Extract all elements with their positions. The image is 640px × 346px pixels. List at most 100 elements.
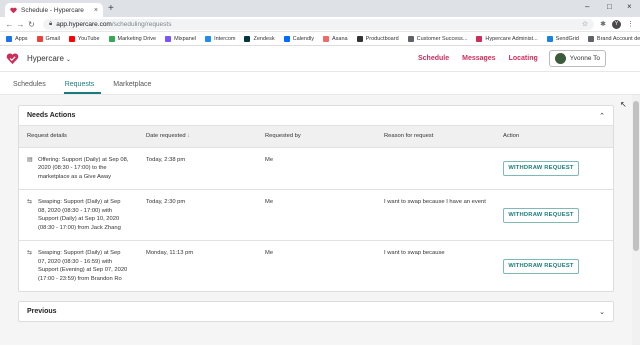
bookmark-icon	[244, 35, 251, 42]
profile-avatar-icon[interactable]: Y	[612, 19, 621, 29]
bookmark-label: Marketing Drive	[117, 35, 157, 42]
table-row: ⇆ Swaping: Support (Daily) at Sep 08, 202…	[19, 189, 613, 241]
bookmark-item[interactable]: Hypercare Administ...	[476, 35, 538, 42]
maximize-icon[interactable]: □	[607, 2, 612, 11]
bookmark-label: Productboard	[365, 35, 399, 42]
forward-icon[interactable]: →	[15, 20, 26, 29]
table-row: ▤ Offering: Support (Daily) at Sep 08, 20…	[19, 146, 613, 190]
browser-menu-icon[interactable]: ⋮	[627, 20, 634, 28]
browser-tab-title: Schedule - Hypercare	[21, 6, 84, 14]
bookmark-icon	[68, 35, 75, 42]
bookmark-item[interactable]: Zendesk	[244, 35, 275, 42]
bookmark-item[interactable]: Apps	[6, 35, 28, 42]
bookmark-item[interactable]: Mixpanel	[165, 35, 197, 42]
scrollbar-thumb[interactable]	[633, 101, 639, 251]
reason-cell	[376, 146, 495, 190]
bookmark-icon	[323, 35, 329, 42]
requested-by-cell: Me	[257, 146, 376, 190]
needs-actions-header[interactable]: Needs Actions ⌃	[19, 106, 613, 126]
bookmark-item[interactable]: Intercom	[205, 35, 236, 42]
back-icon[interactable]: ←	[4, 20, 15, 29]
action-cell: WITHDRAW REQUEST	[495, 189, 613, 241]
requested-by-cell: Me	[257, 240, 376, 291]
bookmark-label: Apps	[15, 35, 28, 42]
nav-locating[interactable]: Locating	[509, 55, 538, 62]
extensions-icon[interactable]: ✱	[600, 20, 606, 28]
hypercare-logo-icon[interactable]	[6, 52, 19, 65]
url-field[interactable]: 🔒︎ app.hypercare.com /scheduling/request…	[43, 18, 595, 30]
date-requested-cell: Monday, 11:13 pm	[138, 240, 257, 291]
needs-actions-title: Needs Actions	[27, 112, 76, 119]
avatar	[554, 53, 566, 64]
browser-tab[interactable]: Schedule - Hypercare ×	[5, 3, 103, 17]
nav-messages[interactable]: Messages	[462, 55, 495, 62]
nav-schedule[interactable]: Schedule	[418, 55, 449, 62]
withdraw-request-button[interactable]: WITHDRAW REQUEST	[503, 207, 579, 223]
user-menu-button[interactable]: Yvonne To	[548, 50, 606, 67]
bookmark-icon	[546, 35, 553, 42]
tab-marketplace[interactable]: Marketplace	[112, 81, 158, 94]
marketplace-icon: ▤	[27, 156, 33, 163]
chevron-down-icon[interactable]: ⌄	[599, 308, 605, 316]
bookmark-icon	[407, 35, 414, 42]
tab-schedules[interactable]: Schedules	[12, 81, 53, 94]
bookmark-item[interactable]: Productboard	[356, 35, 399, 42]
swap-icon: ⇆	[27, 250, 33, 256]
bookmark-item[interactable]: Asana	[323, 35, 348, 42]
sort-down-icon[interactable]: ↓	[187, 133, 190, 139]
close-tab-icon[interactable]: ×	[94, 7, 98, 14]
bookmark-item[interactable]: YouTube	[68, 35, 100, 42]
lock-icon: 🔒︎	[49, 20, 53, 27]
bookmark-item[interactable]: Customer Success...	[407, 35, 468, 42]
bookmark-label: SendGrid	[555, 35, 579, 42]
reason-cell: I want to swap because	[376, 240, 495, 291]
tab-requests[interactable]: Requests	[63, 81, 102, 94]
bookmark-label: Intercom	[214, 35, 236, 42]
bookmark-label: Customer Success...	[416, 35, 468, 42]
app-header: Hypercare ⌄ Schedule Messages Locating Yv…	[0, 46, 640, 72]
bookmark-label: YouTube	[77, 35, 100, 42]
bookmark-item[interactable]: Gmail	[36, 35, 60, 42]
date-requested-cell: Today, 2:38 pm	[138, 146, 257, 190]
scrollbar[interactable]	[632, 95, 640, 345]
request-details-text: Offering: Support (Daily) at Sep 08, 202…	[38, 156, 129, 180]
bookmark-item[interactable]: Calendly	[283, 35, 314, 42]
withdraw-request-button[interactable]: WITHDRAW REQUEST	[503, 160, 579, 176]
bookmark-star-icon[interactable]: ☆	[582, 20, 588, 28]
bookmark-icon	[205, 35, 212, 42]
previous-panel[interactable]: Previous ⌄	[18, 301, 614, 322]
requested-by-cell: Me	[257, 189, 376, 241]
action-cell: WITHDRAW REQUEST	[495, 240, 613, 291]
bookmark-label: Gmail	[45, 35, 60, 42]
request-details-text: Swaping: Support (Daily) at Sep 07, 2020…	[38, 250, 128, 282]
withdraw-request-button[interactable]: WITHDRAW REQUEST	[503, 258, 579, 274]
col-request-details: Request details	[27, 133, 67, 140]
chevron-up-icon[interactable]: ⌃	[599, 112, 605, 120]
table-row: ⇆ Swaping: Support (Daily) at Sep 07, 202…	[19, 240, 613, 291]
bookmark-label: Hypercare Administ...	[485, 35, 538, 42]
close-window-icon[interactable]: ×	[627, 2, 632, 11]
bookmark-label: Calendly	[292, 35, 314, 42]
col-date-requested[interactable]: Date requested ↓	[138, 126, 257, 147]
bookmarks-bar: Apps Gmail YouTube Marketing Drive Mixpanel I…	[0, 32, 640, 46]
swap-icon: ⇆	[27, 199, 33, 205]
org-switcher[interactable]: Hypercare ⌄	[27, 54, 71, 63]
request-details-cell: ⇆ Swaping: Support (Daily) at Sep 08, 202…	[19, 189, 138, 241]
new-tab-icon[interactable]: +	[108, 3, 114, 14]
bookmark-label: Asana	[332, 35, 348, 42]
bookmark-item[interactable]: SendGrid	[546, 35, 579, 42]
top-nav: Schedule Messages Locating	[405, 55, 538, 62]
bookmark-label: Mixpanel	[174, 35, 197, 42]
bookmark-item[interactable]: Marketing Drive	[108, 35, 157, 42]
browser-tabbar: Schedule - Hypercare × + – □ ×	[0, 0, 640, 17]
needs-actions-panel: Needs Actions ⌃ Request details Date req…	[18, 105, 614, 292]
reason-cell: I want to swap because I have an event	[376, 189, 495, 241]
bookmark-item[interactable]: Brand Account deta...	[587, 35, 640, 42]
bookmark-icon	[356, 35, 363, 42]
minimize-icon[interactable]: –	[585, 2, 589, 11]
reload-icon[interactable]: ↻	[26, 20, 37, 29]
main-content: Needs Actions ⌃ Request details Date req…	[0, 95, 640, 345]
bookmark-icon	[6, 35, 12, 42]
mouse-cursor-icon: ↖	[620, 100, 627, 109]
bookmark-icon	[165, 35, 172, 42]
